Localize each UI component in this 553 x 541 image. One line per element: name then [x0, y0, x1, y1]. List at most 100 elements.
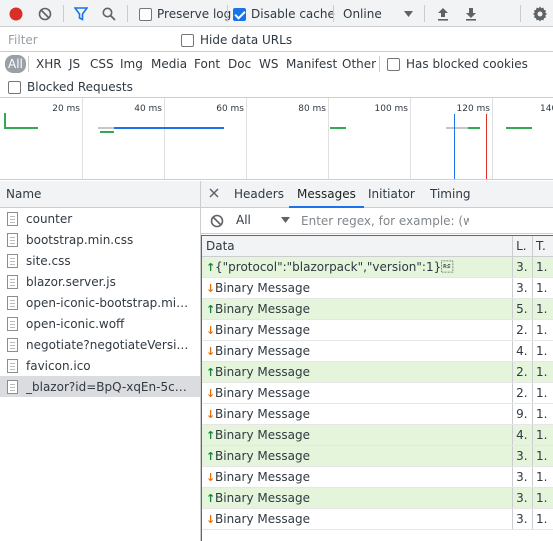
search-button[interactable]	[98, 3, 120, 25]
type-filter-css[interactable]: CSS	[88, 55, 116, 73]
filter-input[interactable]	[4, 30, 168, 49]
column-header-data[interactable]: Data	[202, 236, 514, 256]
column-header-time[interactable]: T.	[533, 236, 553, 256]
tab-timing[interactable]: Timing	[430, 181, 471, 208]
message-data-text: Binary Message	[215, 512, 310, 526]
message-row-received[interactable]: ↓Binary Message 2. 1.	[202, 320, 553, 341]
type-filter-other[interactable]: Other	[340, 55, 378, 73]
timeline-tick: 80 ms	[298, 104, 326, 114]
tab-initiator[interactable]: Initiator	[368, 181, 415, 208]
message-length-cell: 3.	[513, 509, 534, 529]
type-filter-doc[interactable]: Doc	[226, 55, 253, 73]
request-row[interactable]: negotiate?negotiateVersion=1	[0, 334, 200, 355]
import-har-button[interactable]	[432, 3, 454, 25]
type-filter-xhr[interactable]: XHR	[34, 55, 64, 73]
message-row-received[interactable]: ↓Binary Message 4. 1.	[202, 341, 553, 362]
message-row-received[interactable]: ↓Binary Message 3. 1.	[202, 509, 553, 530]
message-time-cell: 1.	[536, 512, 548, 526]
message-type-select[interactable]: All	[236, 213, 290, 227]
network-settings-button[interactable]	[529, 3, 551, 25]
arrow-down-icon: ↓	[206, 282, 216, 295]
regex-filter-input[interactable]	[297, 212, 469, 230]
throttling-select[interactable]: Online	[343, 7, 413, 21]
dropdown-triangle-icon	[281, 217, 290, 223]
blocked-requests-checkbox[interactable]	[8, 80, 21, 94]
arrow-down-icon: ↓	[206, 513, 216, 526]
messages-table-header: Data L. T.	[202, 236, 553, 257]
message-row-received[interactable]: ↓Binary Message 2. 1.	[202, 383, 553, 404]
has-blocked-cookies-checkbox[interactable]	[387, 57, 400, 71]
record-button[interactable]	[5, 3, 27, 25]
message-length-cell: 4.	[513, 425, 534, 445]
close-details-button[interactable]	[209, 187, 219, 201]
type-filter-ws[interactable]: WS	[257, 55, 280, 73]
has-blocked-cookies-toggle[interactable]: Has blocked cookies	[387, 57, 528, 71]
type-filter-manifest[interactable]: Manifest	[284, 55, 339, 73]
arrow-up-icon: ↑	[206, 429, 216, 442]
message-data-cell: ↓Binary Message	[202, 509, 514, 529]
message-data-cell: ↑Binary Message	[202, 299, 514, 319]
disable-cache-toggle[interactable]: Disable cache	[233, 7, 335, 21]
type-filter-media[interactable]: Media	[149, 55, 189, 73]
tab-messages[interactable]: Messages	[289, 181, 364, 208]
message-row-sent[interactable]: ↑Binary Message 2. 1.	[202, 362, 553, 383]
timeline-tick: 140	[540, 104, 553, 114]
disable-cache-checkbox[interactable]	[233, 7, 246, 21]
hide-data-urls-toggle[interactable]: Hide data URLs	[181, 33, 292, 47]
message-data-cell: ↓Binary Message	[202, 404, 514, 424]
timeline-tick: 120 ms	[456, 104, 491, 114]
message-row-sent[interactable]: ↑Binary Message 4. 1.	[202, 425, 553, 446]
message-time-cell: 1.	[536, 449, 548, 463]
type-filter-font[interactable]: Font	[192, 55, 222, 73]
message-data-text: Binary Message	[215, 491, 310, 505]
message-row-sent[interactable]: ↑Binary Message 3. 1.	[202, 488, 553, 509]
message-row-sent[interactable]: ↑{"protocol":"blazorpack","version":1} 3…	[202, 257, 553, 278]
preserve-log-checkbox[interactable]	[139, 7, 152, 21]
message-row-received[interactable]: ↓Binary Message 3. 1.	[202, 278, 553, 299]
file-icon	[7, 316, 18, 331]
upload-icon	[438, 8, 448, 21]
hide-data-urls-checkbox[interactable]	[181, 33, 194, 47]
column-header-length[interactable]: L.	[513, 236, 534, 256]
timeline-tick: 100 ms	[374, 104, 409, 114]
request-row-selected[interactable]: _blazor?id=BpQ-xqEn-5c4Yee...	[0, 376, 200, 397]
request-row[interactable]: site.css	[0, 250, 200, 271]
filter-toggle-button[interactable]	[70, 3, 92, 25]
request-row[interactable]: bootstrap.min.css	[0, 229, 200, 250]
tab-headers[interactable]: Headers	[234, 181, 284, 208]
type-filter-all[interactable]: All	[5, 55, 26, 73]
type-filter-js[interactable]: JS	[67, 55, 82, 73]
request-row[interactable]: favicon.ico	[0, 355, 200, 376]
timeline-overview[interactable]: 20 ms 40 ms 60 ms 80 ms 100 ms 120 ms 14…	[0, 98, 553, 180]
type-filter-img[interactable]: Img	[118, 55, 145, 73]
name-column-header[interactable]: Name	[0, 181, 200, 208]
message-row-sent[interactable]: ↑Binary Message 5. 1.	[202, 299, 553, 320]
message-data-text: Binary Message	[215, 407, 310, 421]
timeline-bar	[114, 127, 224, 129]
requests-name-column: Name counter bootstrap.min.css site.css …	[0, 181, 201, 541]
clear-messages-button[interactable]	[210, 214, 224, 231]
request-row[interactable]: blazor.server.js	[0, 271, 200, 292]
export-har-button[interactable]	[460, 3, 482, 25]
clear-icon	[210, 214, 224, 228]
message-row-received[interactable]: ↓Binary Message 9. 1.	[202, 404, 553, 425]
message-row-sent[interactable]: ↑Binary Message 3. 1.	[202, 446, 553, 467]
message-time-cell: 1.	[536, 470, 548, 484]
request-row[interactable]: open-iconic-bootstrap.min.css	[0, 292, 200, 313]
request-row[interactable]: open-iconic.woff	[0, 313, 200, 334]
preserve-log-toggle[interactable]: Preserve log	[139, 7, 231, 21]
request-row[interactable]: counter	[0, 208, 200, 229]
clear-button[interactable]	[34, 3, 56, 25]
arrow-down-icon: ↓	[206, 471, 216, 484]
message-length-cell: 2.	[513, 383, 534, 403]
message-data-text: {"protocol":"blazorpack","version":1}	[215, 260, 454, 274]
close-icon	[209, 188, 219, 198]
messages-table: Data L. T. ↑ {"protocol":"blazorpack","ve…	[201, 235, 553, 541]
message-type-value: All	[236, 213, 251, 227]
message-rows: ↑ {"protocol":"blazorpack","version":1} 3…	[202, 257, 553, 530]
download-icon	[466, 8, 476, 21]
message-time-cell: 1.	[536, 281, 548, 295]
message-data-cell: ↑Binary Message	[202, 488, 514, 508]
message-row-received[interactable]: ↓Binary Message 3. 1.	[202, 467, 553, 488]
blocked-requests-toggle[interactable]: Blocked Requests	[8, 80, 133, 94]
